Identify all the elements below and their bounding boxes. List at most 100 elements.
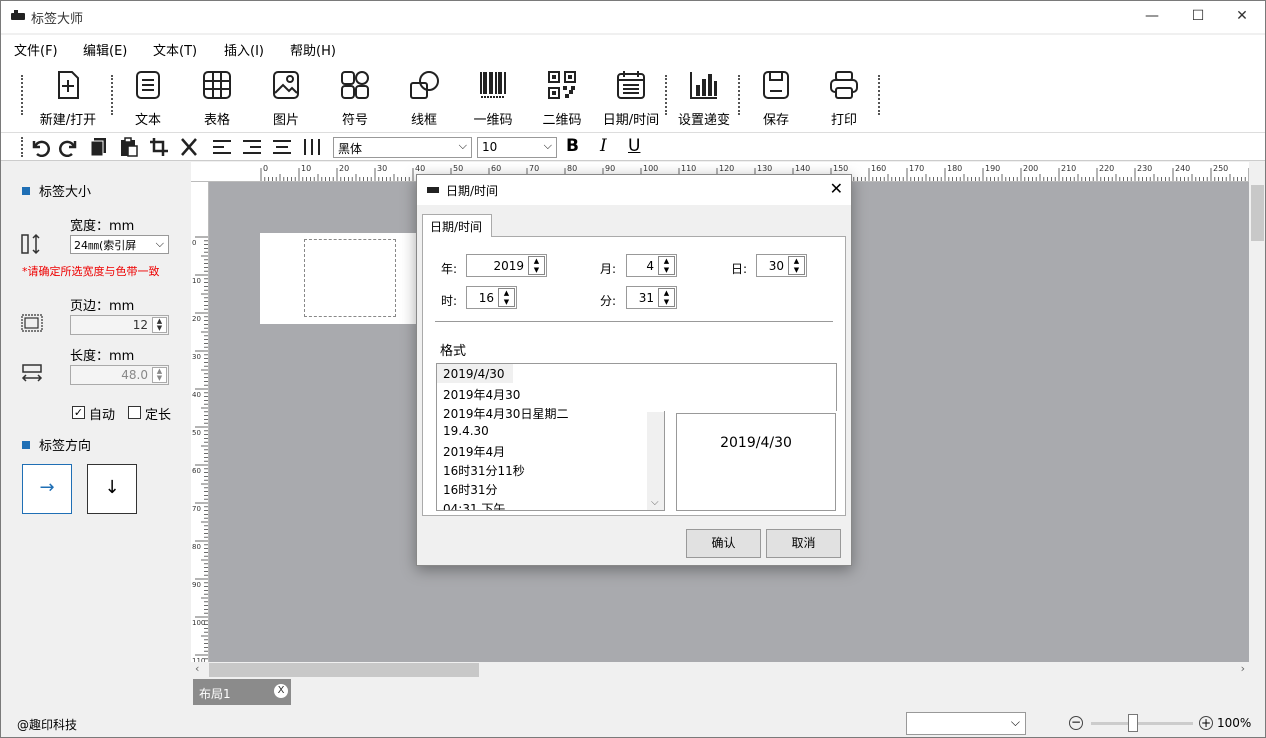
list-item[interactable]: 19.4.30	[437, 421, 664, 440]
font-select[interactable]: 黑体 ⌵	[333, 137, 472, 158]
fixed-length-checkbox[interactable]	[128, 406, 141, 419]
new-open-button[interactable]: 新建/打开	[33, 69, 103, 131]
format-list-scrollbar[interactable]: ⌵	[647, 412, 664, 510]
crop-icon[interactable]	[148, 137, 170, 157]
ruler-tick-label: 70	[192, 505, 201, 513]
menu-insert[interactable]: 插入(I)	[224, 40, 264, 59]
zoom-in-icon[interactable]: +	[1199, 716, 1213, 730]
printer-select[interactable]: ⌵	[906, 712, 1026, 735]
ruler-tick-label: 230	[1137, 164, 1152, 173]
close-window-button[interactable]: ✕	[1219, 1, 1265, 33]
save-button[interactable]: 保存	[741, 69, 811, 131]
list-item[interactable]: 2019年4月	[437, 440, 664, 459]
zoom-slider-track[interactable]	[1091, 722, 1193, 725]
list-item[interactable]: 2019年4月30日星期二	[437, 402, 664, 421]
layout-tab-bar: 布局1 X	[191, 679, 1265, 707]
minute-stepper[interactable]: 31 ▲ ▼	[626, 286, 677, 309]
hour-stepper[interactable]: 16 ▲ ▼	[466, 286, 517, 309]
bold-button[interactable]: B	[566, 136, 579, 156]
label-paper[interactable]	[260, 233, 420, 324]
list-item[interactable]: 2019/4/30	[437, 364, 513, 383]
qrcode-button[interactable]: 二维码	[527, 69, 597, 131]
scroll-left-icon[interactable]: ‹	[195, 662, 199, 675]
stepper-arrows-icon[interactable]: ▲ ▼	[528, 256, 545, 275]
toolbar-separator	[665, 75, 667, 115]
delete-icon[interactable]	[178, 137, 200, 157]
year-stepper[interactable]: 2019 ▲ ▼	[466, 254, 547, 277]
horizontal-scrollbar[interactable]: ‹ ›	[191, 662, 1249, 678]
datetime-button[interactable]: 日期/时间	[596, 69, 666, 131]
layout-tab[interactable]: 布局1 X	[193, 679, 291, 705]
menu-help[interactable]: 帮助(H)	[290, 40, 336, 59]
orientation-vertical-button[interactable]: ↓	[87, 464, 137, 514]
stepper-arrows-icon[interactable]: ▲ ▼	[152, 317, 167, 333]
ruler-tick-label: 90	[192, 581, 201, 589]
chevron-down-icon[interactable]: ⌵	[651, 497, 659, 508]
zoom-slider-thumb[interactable]	[1128, 714, 1138, 732]
text-button[interactable]: 文本	[113, 69, 183, 131]
menu-edit[interactable]: 编辑(E)	[83, 40, 127, 59]
barcode-button[interactable]: 一维码	[458, 69, 528, 131]
close-tab-icon[interactable]: X	[274, 684, 288, 698]
symbol-button[interactable]: 符号	[320, 69, 390, 131]
stepper-arrows-icon[interactable]: ▲ ▼	[152, 367, 167, 383]
day-stepper[interactable]: 30 ▲ ▼	[756, 254, 807, 277]
vertical-text-icon[interactable]	[301, 137, 323, 157]
list-item[interactable]: 16时31分11秒	[437, 459, 664, 478]
table-button[interactable]: 表格	[182, 69, 252, 131]
image-button[interactable]: 图片	[251, 69, 321, 131]
width-select[interactable]: 24㎜(索引屏 ⌵	[70, 235, 169, 254]
ruler-tick-label: 60	[491, 164, 501, 173]
underline-button[interactable]: U	[628, 136, 640, 156]
align-left-icon[interactable]	[211, 137, 233, 157]
list-item[interactable]: 16时31分	[437, 478, 664, 497]
margin-stepper[interactable]: 12 ▲ ▼	[70, 315, 169, 335]
print-button[interactable]: 打印	[809, 69, 879, 131]
list-item[interactable]: 04:31 下午	[437, 497, 664, 510]
label-settings-panel: 标签大小 宽度：mm 24㎜(索引屏 ⌵ *请确定所选宽度与色带一致 页边：mm…	[1, 162, 190, 707]
stepper-arrows-icon[interactable]: ▲ ▼	[788, 256, 805, 275]
month-stepper[interactable]: 4 ▲ ▼	[626, 254, 677, 277]
minimize-button[interactable]: —	[1129, 1, 1175, 33]
ruler-tick-label: 190	[985, 164, 1000, 173]
shape-button[interactable]: 线框	[389, 69, 459, 131]
align-center-icon[interactable]	[271, 137, 293, 157]
ruler-tick-label: 20	[192, 315, 201, 323]
increment-button[interactable]: 设置递变	[669, 69, 739, 131]
stepper-arrows-icon[interactable]: ▲ ▼	[658, 256, 675, 275]
zoom-out-icon[interactable]: −	[1069, 716, 1083, 730]
italic-button[interactable]: I	[600, 136, 607, 156]
length-stepper[interactable]: 48.0 ▲ ▼	[70, 365, 169, 385]
paste-icon[interactable]	[118, 137, 140, 157]
align-right-icon[interactable]	[241, 137, 263, 157]
undo-icon[interactable]	[29, 137, 51, 157]
orientation-horizontal-button[interactable]: →	[22, 464, 72, 514]
tab-datetime[interactable]: 日期/时间	[422, 214, 492, 237]
format-list[interactable]: 2019/4/30 2019年4月30 2019年4月30日星期二 19.4.3…	[436, 363, 665, 511]
maximize-button[interactable]: ☐	[1175, 1, 1221, 33]
toolbar-separator	[21, 137, 23, 157]
ruler-tick-label: 60	[192, 467, 201, 475]
menu-text[interactable]: 文本(T)	[153, 40, 197, 59]
cancel-button[interactable]: 取消	[766, 529, 841, 558]
toolbar-separator	[738, 75, 740, 115]
ruler-tick-label: 180	[947, 164, 962, 173]
vertical-scroll-thumb[interactable]	[1251, 185, 1264, 241]
stepper-arrows-icon[interactable]: ▲ ▼	[498, 288, 515, 307]
app-window: 标签大师 — ☐ ✕ 文件(F) 编辑(E) 文本(T) 插入(I) 帮助(H)…	[0, 0, 1266, 738]
horizontal-scroll-thumb[interactable]	[209, 663, 479, 677]
copy-icon[interactable]	[88, 137, 110, 157]
dialog-close-button[interactable]: ✕	[830, 179, 843, 198]
font-size-select[interactable]: 10 ⌵	[477, 137, 557, 158]
vertical-scrollbar[interactable]	[1249, 182, 1265, 662]
app-logo-icon	[11, 10, 25, 20]
list-item[interactable]: 2019年4月30	[437, 383, 664, 402]
stepper-arrows-icon[interactable]: ▲ ▼	[658, 288, 675, 307]
year-label: 年:	[441, 262, 458, 276]
app-logo-icon	[427, 187, 439, 193]
ok-button[interactable]: 确认	[686, 529, 761, 558]
scroll-right-icon[interactable]: ›	[1241, 662, 1245, 675]
auto-checkbox[interactable]: ✓	[72, 406, 85, 419]
redo-icon[interactable]	[58, 137, 80, 157]
menu-file[interactable]: 文件(F)	[14, 40, 58, 59]
